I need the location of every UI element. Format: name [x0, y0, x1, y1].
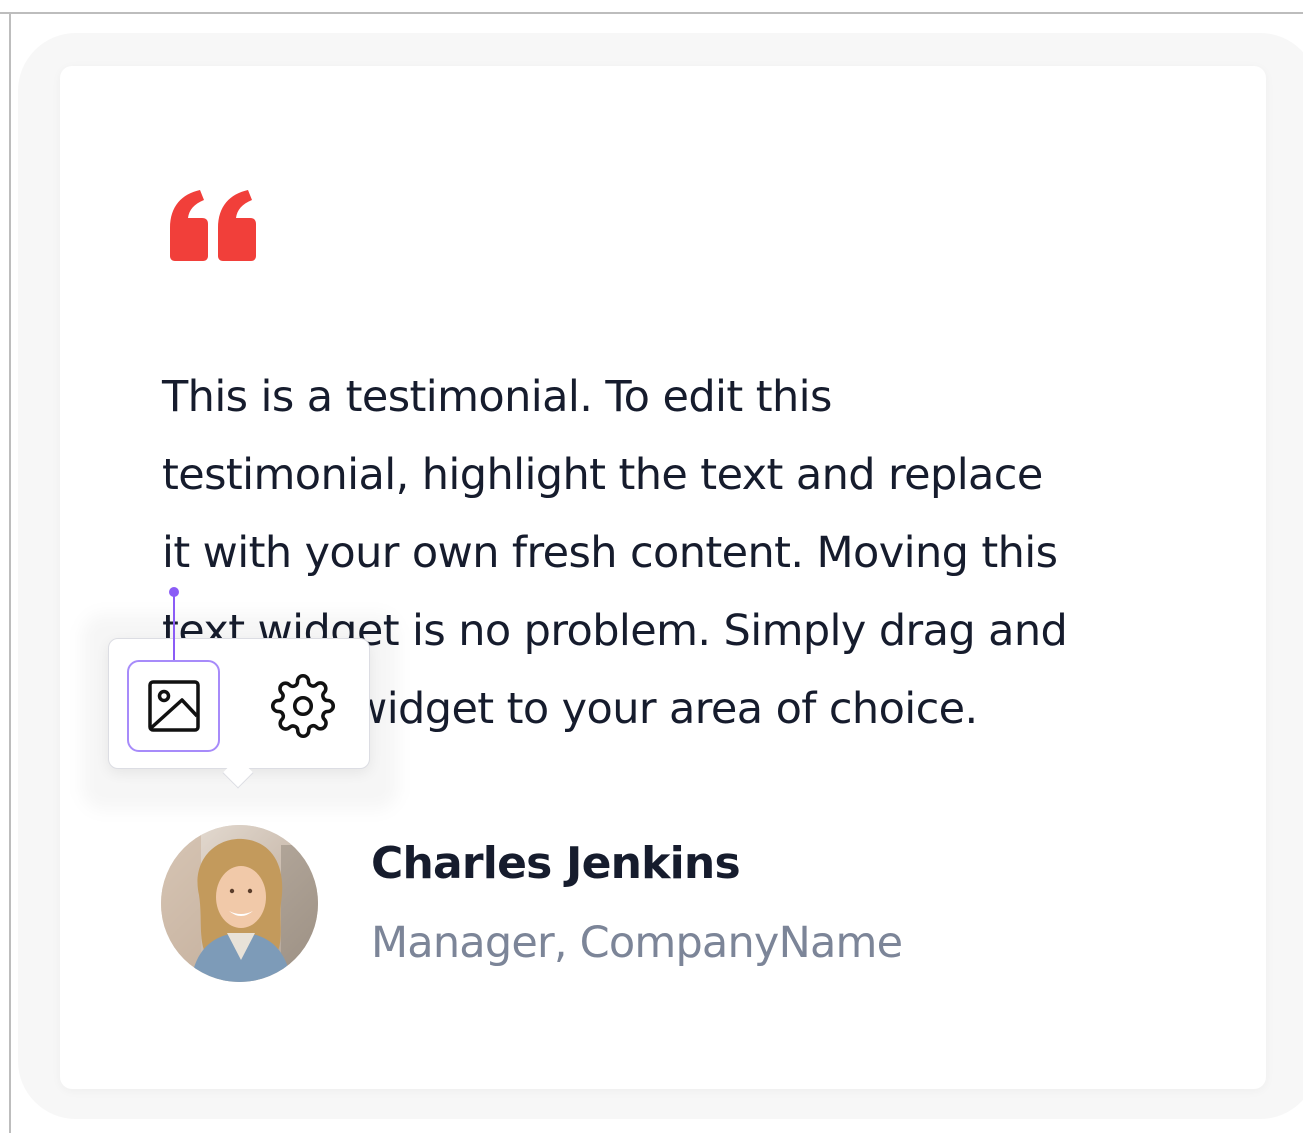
quote-mark-icon — [170, 190, 256, 261]
image-icon — [147, 680, 200, 732]
gear-icon — [271, 674, 335, 738]
selection-handle[interactable] — [169, 587, 179, 597]
editor-frame-left-border — [9, 12, 11, 1133]
author-avatar[interactable] — [161, 825, 318, 982]
editor-frame-top-border — [0, 12, 1303, 14]
settings-button[interactable] — [260, 663, 346, 749]
author-name[interactable]: Charles Jenkins — [371, 834, 741, 894]
change-image-button[interactable] — [127, 660, 220, 752]
author-title[interactable]: Manager, CompanyName — [371, 913, 903, 973]
avatar-photo — [161, 825, 318, 982]
selection-connector-line — [173, 593, 175, 660]
